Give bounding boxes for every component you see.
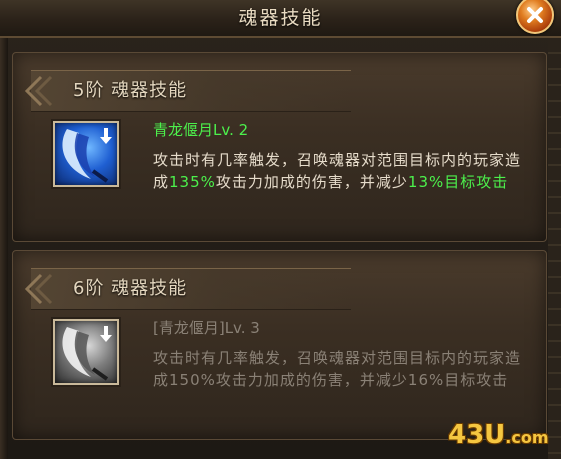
skill-name: 青龙偃月Lv. 2 <box>153 121 249 139</box>
watermark-main: 43U <box>448 420 506 450</box>
close-icon <box>527 7 543 23</box>
damage-percent: 150% <box>169 371 216 389</box>
damage-percent: 135% <box>169 173 216 191</box>
skill-description: 攻击时有几率触发，召唤魂器对范围目标内的玩家造成150%攻击力加成的伤害，并减少… <box>153 347 528 391</box>
skill-window: 魂器技能 5阶 魂器技能 青龙偃月Lv. 2 攻击时有几率触发，召唤魂器对范围目… <box>0 0 561 459</box>
header-arrow-icon <box>24 273 53 305</box>
arrow-down-icon <box>100 326 112 342</box>
desc-text: 攻击力加成的伤害，并减少 <box>215 371 408 389</box>
window-title: 魂器技能 <box>238 7 323 29</box>
desc-text: 攻击力加成的伤害，并减少 <box>215 173 408 191</box>
attack-reduction: 16%目标攻击 <box>407 371 509 389</box>
panel-header: 5阶 魂器技能 <box>24 70 351 112</box>
skill-panel-tier5: 5阶 魂器技能 青龙偃月Lv. 2 攻击时有几率触发，召唤魂器对范围目标内的玩家… <box>12 52 547 242</box>
attack-reduction: 13%目标攻击 <box>407 173 509 191</box>
left-frame <box>0 38 8 459</box>
watermark-suffix: .com <box>505 428 549 447</box>
skill-icon[interactable] <box>53 319 119 385</box>
arrow-down-icon <box>100 128 112 144</box>
right-rail <box>548 38 561 459</box>
panel-header-label: 6阶 魂器技能 <box>73 278 188 299</box>
site-watermark: 43U.com <box>448 420 549 450</box>
panel-header: 6阶 魂器技能 <box>24 268 351 310</box>
header-arrow-icon <box>24 75 53 107</box>
title-bar: 魂器技能 <box>0 0 561 38</box>
skill-panel-tier6: 6阶 魂器技能 [青龙偃月]Lv. 3 攻击时有几率触发，召唤魂器对范围目标内的… <box>12 250 547 440</box>
panel-header-label: 5阶 魂器技能 <box>73 80 188 101</box>
skill-name: [青龙偃月]Lv. 3 <box>153 319 260 337</box>
skill-icon[interactable] <box>53 121 119 187</box>
skill-description: 攻击时有几率触发，召唤魂器对范围目标内的玩家造成135%攻击力加成的伤害，并减少… <box>153 149 528 193</box>
